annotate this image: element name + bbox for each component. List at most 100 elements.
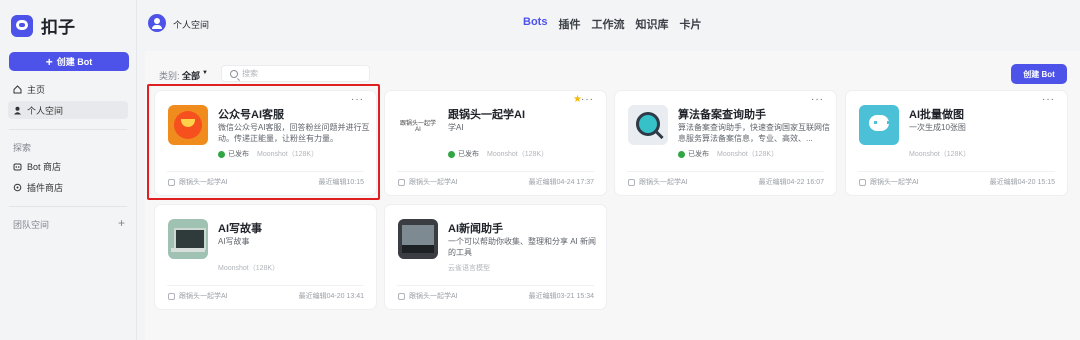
published-badge: 已发布	[678, 149, 709, 159]
bot-title: 算法备案查询助手	[678, 109, 766, 121]
bot-meta: Moonshot（128K）	[909, 149, 970, 159]
highlight-box	[147, 84, 380, 200]
author-icon	[628, 178, 635, 186]
card-divider	[627, 171, 824, 172]
author-icon	[398, 178, 405, 186]
bot-avatar	[628, 105, 668, 145]
create-bot-button[interactable]: 创建 Bot	[1011, 64, 1067, 84]
bot-card[interactable]: AI批量做图 一次生成10张图 Moonshot（128K） ··· 跟锅头一起…	[846, 91, 1067, 195]
sidebar-item-plugin-store[interactable]: 插件商店	[8, 178, 128, 196]
tab-cards[interactable]: 卡片	[679, 16, 701, 32]
bot-description: AI写故事	[218, 237, 250, 246]
author-name: 跟锅头一起学AI	[179, 293, 228, 300]
bot-title: 跟锅头一起学AI	[448, 109, 525, 121]
more-options-icon[interactable]: ···	[1042, 94, 1055, 105]
model-name: 云雀语言模型	[448, 265, 490, 272]
author-name: 跟锅头一起学AI	[409, 293, 458, 300]
bot-avatar	[168, 219, 208, 259]
bot-description: 学AI	[448, 123, 464, 132]
top-bar: 个人空间 Bots 插件 工作流 知识库 卡片	[138, 0, 1080, 46]
check-circle-icon	[678, 150, 685, 158]
sidebar-item-label: 主页	[27, 84, 46, 95]
plugin-store-icon	[13, 183, 22, 192]
bot-author: 跟锅头一起学AI	[859, 177, 919, 187]
bot-card[interactable]: AI新闻助手 一个可以帮助你收集、整理和分享 AI 新闻的工具 云雀语言模型 跟…	[385, 205, 606, 309]
bot-description: 算法备案查询助手，快速查询国家互联网信息服务算法备案信息，专业、高效、...	[678, 123, 830, 143]
author-icon	[398, 292, 405, 300]
bot-description: 一次生成10张图	[909, 123, 966, 132]
sidebar-item-label: 插件商店	[27, 182, 64, 193]
tab-plugins[interactable]: 插件	[558, 16, 580, 32]
sidebar-item-personal-space[interactable]: 个人空间	[8, 101, 128, 119]
search-box[interactable]	[221, 65, 370, 82]
bot-title: AI写故事	[218, 223, 262, 235]
card-divider	[167, 285, 364, 286]
model-name: Moonshot（128K）	[218, 265, 280, 272]
home-icon	[13, 84, 22, 94]
plus-icon: +	[45, 54, 53, 69]
published-label: 已发布	[688, 151, 709, 158]
published-badge: 已发布	[448, 149, 479, 159]
bot-title: AI批量做图	[909, 109, 964, 121]
bot-avatar: 跟锅头一起学AI	[398, 105, 438, 145]
card-divider	[397, 171, 594, 172]
team-section-title: 团队空间	[13, 220, 50, 230]
bot-meta: 已发布 Moonshot（128K）	[448, 149, 548, 159]
bot-description: 一个可以帮助你收集、整理和分享 AI 新闻的工具	[448, 237, 597, 257]
create-bot-label: 创建 Bot	[56, 57, 93, 67]
check-circle-icon	[448, 150, 455, 158]
bot-card[interactable]: 跟锅头一起学AI 跟锅头一起学AI 学AI 已发布 Moonshot（128K）…	[385, 91, 606, 195]
caret-down-icon[interactable]: ▼	[202, 70, 208, 76]
bot-store-icon	[13, 162, 22, 171]
more-options-icon[interactable]: ···	[811, 94, 824, 105]
bot-meta: 云雀语言模型	[448, 263, 490, 273]
coze-logo-icon	[11, 14, 33, 37]
bot-meta: 已发布 Moonshot（128K）	[678, 149, 778, 159]
last-edited: 最近编辑04-24 17:37	[528, 179, 594, 186]
bot-card[interactable]: AI写故事 AI写故事 Moonshot（128K） 跟锅头一起学AI 最近编辑…	[155, 205, 376, 309]
brand-name: 扣子	[41, 18, 75, 37]
workspace-avatar-icon	[148, 14, 166, 32]
sidebar-create-bot-button[interactable]: + 创建 Bot	[9, 52, 129, 71]
last-edited: 最近编辑04-22 16:07	[758, 179, 824, 186]
model-name: Moonshot（128K）	[909, 151, 971, 158]
last-edited: 最近编辑03-21 15:34	[528, 293, 594, 300]
author-icon	[859, 178, 866, 186]
sidebar-item-home[interactable]: 主页	[8, 80, 128, 98]
workspace-name[interactable]: 个人空间	[173, 18, 209, 31]
published-label: 已发布	[458, 151, 479, 158]
bot-author: 跟锅头一起学AI	[168, 291, 228, 301]
author-name: 跟锅头一起学AI	[639, 179, 688, 186]
category-filter[interactable]: 全部	[182, 69, 200, 82]
model-name: Moonshot（128K）	[717, 151, 779, 158]
explore-section-title: 探索	[13, 143, 32, 153]
user-icon	[13, 106, 22, 115]
last-edited: 最近编辑04-20 15:15	[989, 179, 1055, 186]
sidebar-divider	[9, 129, 127, 130]
sidebar-item-label: Bot 商店	[27, 161, 62, 172]
card-divider	[397, 285, 594, 286]
bot-author: 跟锅头一起学AI	[398, 177, 458, 187]
card-divider	[858, 171, 1055, 172]
bot-card[interactable]: 算法备案查询助手 算法备案查询助手，快速查询国家互联网信息服务算法备案信息，专业…	[615, 91, 836, 195]
search-input[interactable]	[242, 69, 362, 78]
last-edited: 最近编辑04-20 13:41	[298, 293, 364, 300]
tab-knowledge[interactable]: 知识库	[635, 16, 668, 32]
bot-meta: Moonshot（128K）	[218, 263, 279, 273]
author-icon	[168, 292, 175, 300]
bot-avatar	[859, 105, 899, 145]
author-name: 跟锅头一起学AI	[870, 179, 919, 186]
more-options-icon[interactable]: ···	[581, 94, 594, 105]
sidebar: 扣子 + 创建 Bot 主页 个人空间 探索 Bot 商店 插件商店 团队空间 …	[0, 0, 137, 340]
sidebar-item-label: 个人空间	[27, 105, 64, 116]
sidebar-item-bot-store[interactable]: Bot 商店	[8, 157, 128, 175]
model-name: Moonshot（128K）	[487, 151, 549, 158]
tab-bots[interactable]: Bots	[523, 16, 547, 32]
bot-avatar	[398, 219, 438, 259]
search-icon	[230, 69, 238, 78]
add-team-button[interactable]: +	[118, 216, 125, 230]
bot-author: 跟锅头一起学AI	[398, 291, 458, 301]
brand[interactable]: 扣子	[11, 13, 75, 38]
tab-workflows[interactable]: 工作流	[591, 16, 624, 32]
tab-bar: Bots 插件 工作流 知识库 卡片	[523, 16, 701, 32]
